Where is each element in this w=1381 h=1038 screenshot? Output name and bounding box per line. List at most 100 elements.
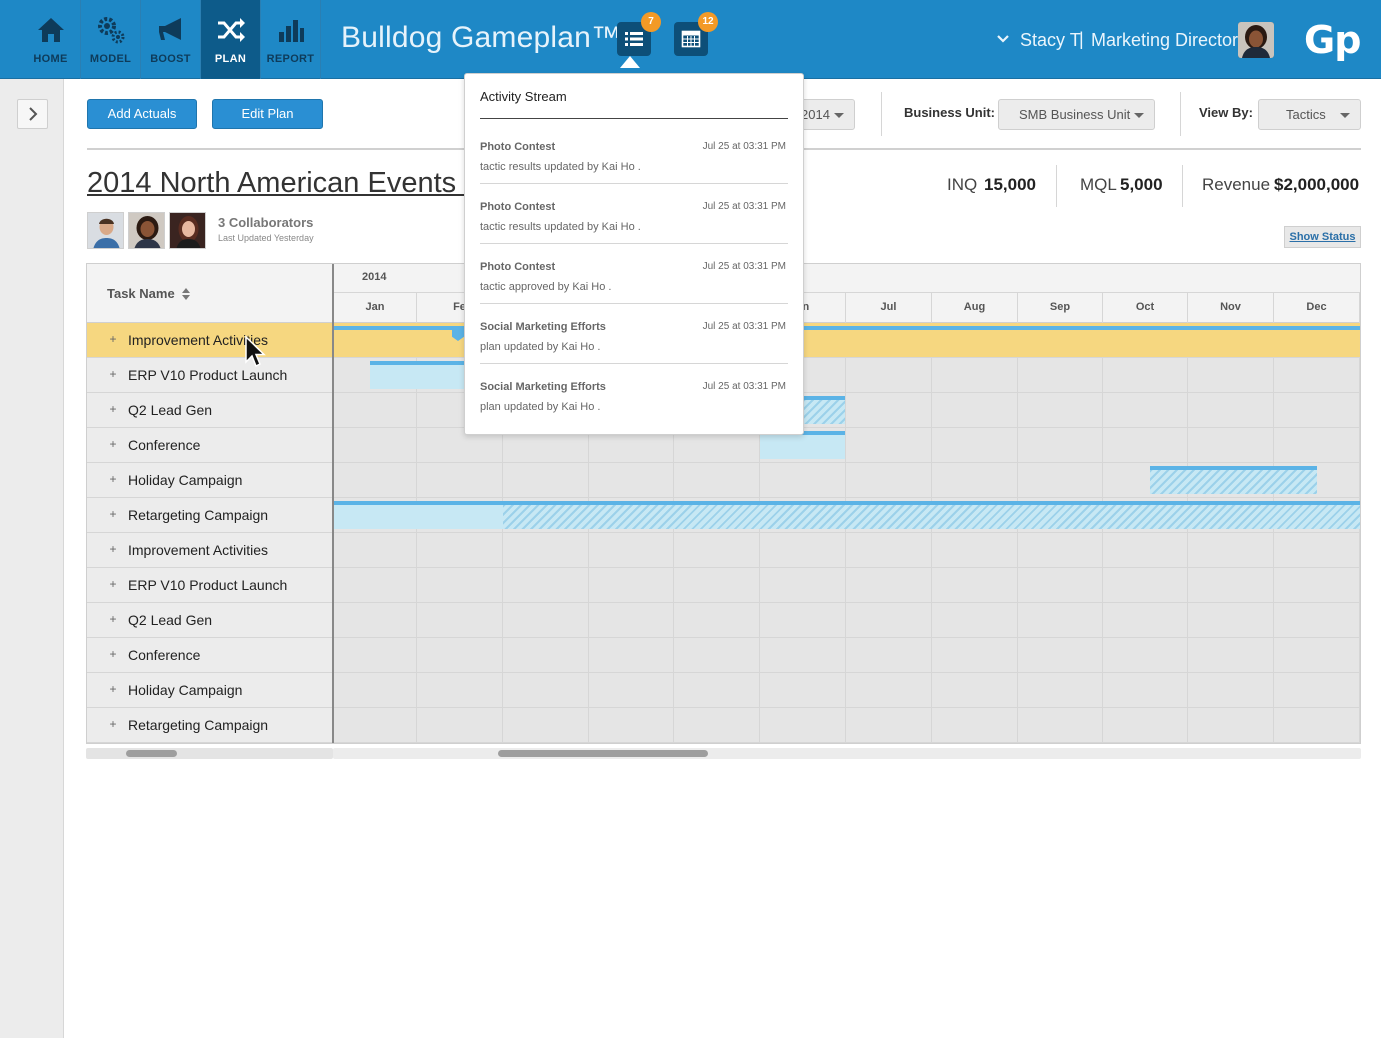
gantt-bar[interactable]	[803, 400, 845, 424]
activity-title: Photo Contest	[480, 261, 556, 273]
nav-boost[interactable]: BOOST	[141, 0, 201, 79]
activity-item[interactable]: Social Marketing Efforts Jul 25 at 03:31 …	[480, 364, 788, 424]
collaborator-avatar[interactable]	[169, 212, 206, 249]
scrollbar-thumb[interactable]	[498, 750, 708, 757]
dropdown-arrow-icon	[834, 113, 844, 118]
sort-icon[interactable]	[182, 288, 190, 300]
show-status-button[interactable]: Show Status	[1284, 226, 1361, 248]
activity-stream-popover: Activity Stream Photo Contest Jul 25 at 0…	[464, 73, 804, 435]
month-header: Dec	[1274, 293, 1360, 323]
business-unit-select[interactable]: SMB Business Unit	[998, 99, 1155, 130]
task-column-scrollbar[interactable]	[86, 748, 333, 759]
gantt-bar[interactable]	[1150, 470, 1317, 494]
dropdown-arrow-icon	[1134, 113, 1144, 118]
activity-stream-button[interactable]: 7	[617, 12, 661, 56]
view-by-value: Tactics	[1286, 107, 1326, 122]
task-label[interactable]: Q2 Lead Gen	[128, 612, 212, 628]
expand-row-icon[interactable]: +	[107, 403, 119, 415]
expand-sidebar-button[interactable]	[17, 99, 48, 129]
revenue-label: Revenue	[1202, 175, 1271, 194]
gantt-bar[interactable]	[334, 505, 503, 529]
expand-row-icon[interactable]: +	[107, 613, 119, 625]
popover-caret	[620, 56, 640, 68]
timeline-scrollbar[interactable]	[333, 748, 1361, 759]
task-row[interactable]: + Conference	[87, 428, 332, 463]
activity-item[interactable]: Photo Contest Jul 25 at 03:31 PM tactic re…	[480, 124, 788, 184]
view-by-select[interactable]: Tactics	[1258, 99, 1361, 130]
nav-report[interactable]: REPORT	[261, 0, 321, 79]
user-name[interactable]: Stacy T	[1020, 30, 1081, 51]
activity-description: tactic results updated by Kai Ho .	[480, 161, 641, 173]
expand-row-icon[interactable]: +	[107, 473, 119, 485]
app-logo[interactable]: Gp	[1304, 18, 1361, 62]
task-row[interactable]: + Holiday Campaign	[87, 463, 332, 498]
collaborators-count[interactable]: 3 Collaborators	[218, 215, 313, 230]
task-row[interactable]: + Retargeting Campaign	[87, 498, 332, 533]
plan-title[interactable]: 2014 North American Events w	[87, 167, 485, 200]
activity-stream-title: Activity Stream	[480, 89, 567, 104]
collaborator-avatar[interactable]	[87, 212, 124, 249]
task-row[interactable]: + Retargeting Campaign	[87, 708, 332, 743]
user-avatar[interactable]	[1238, 22, 1274, 58]
task-row[interactable]: + Holiday Campaign	[87, 673, 332, 708]
expand-row-icon[interactable]: +	[107, 333, 119, 345]
chevron-down-icon[interactable]	[996, 34, 1010, 44]
task-row[interactable]: + Q2 Lead Gen	[87, 393, 332, 428]
nav-plan-label: PLAN	[214, 53, 247, 65]
expand-row-icon[interactable]: +	[107, 683, 119, 695]
task-name-header[interactable]: Task Name	[87, 264, 332, 323]
activity-description: plan updated by Kai Ho .	[480, 401, 601, 413]
timeline-row-divider	[334, 567, 1360, 568]
nav-plan[interactable]: PLAN	[201, 0, 261, 79]
task-label[interactable]: Conference	[128, 437, 200, 453]
expand-row-icon[interactable]: +	[107, 508, 119, 520]
user-role[interactable]: Marketing Director	[1091, 30, 1238, 51]
nav-home[interactable]: HOME	[21, 0, 81, 79]
last-updated: Last Updated Yesterday	[218, 233, 314, 243]
gantt-bar[interactable]	[760, 435, 845, 459]
task-row[interactable]: + Improvement Activities	[87, 533, 332, 568]
expand-row-icon[interactable]: +	[107, 578, 119, 590]
task-label[interactable]: Holiday Campaign	[128, 682, 242, 698]
expand-row-icon[interactable]: +	[107, 543, 119, 555]
nav-model[interactable]: MODEL	[81, 0, 141, 79]
expand-row-icon[interactable]: +	[107, 718, 119, 730]
task-label[interactable]: Improvement Activities	[128, 542, 268, 558]
activity-item[interactable]: Social Marketing Efforts Jul 25 at 03:31 …	[480, 304, 788, 364]
month-column	[932, 323, 1018, 743]
add-actuals-button[interactable]: Add Actuals	[87, 99, 197, 129]
dropdown-arrow-icon	[1340, 113, 1350, 118]
collaborator-avatar[interactable]	[128, 212, 165, 249]
user-separator: |	[1079, 29, 1084, 49]
task-label[interactable]: ERP V10 Product Launch	[128, 367, 287, 383]
task-label[interactable]: ERP V10 Product Launch	[128, 577, 287, 593]
timeline-row-divider	[334, 637, 1360, 638]
task-row[interactable]: + Improvement Activities	[87, 323, 332, 358]
timeline-row-divider	[334, 462, 1360, 463]
inq-value: 15,000	[984, 175, 1036, 194]
expand-row-icon[interactable]: +	[107, 438, 119, 450]
expand-row-icon[interactable]: +	[107, 368, 119, 380]
timeline-row-divider	[334, 602, 1360, 603]
task-label[interactable]: Retargeting Campaign	[128, 507, 268, 523]
expand-row-icon[interactable]: +	[107, 648, 119, 660]
activity-item[interactable]: Photo Contest Jul 25 at 03:31 PM tactic ap…	[480, 244, 788, 304]
scrollbar-thumb[interactable]	[126, 750, 177, 757]
activity-title: Social Marketing Efforts	[480, 381, 606, 393]
task-label[interactable]: Q2 Lead Gen	[128, 402, 212, 418]
task-row[interactable]: + Conference	[87, 638, 332, 673]
edit-plan-button[interactable]: Edit Plan	[212, 99, 323, 129]
task-row[interactable]: + ERP V10 Product Launch	[87, 568, 332, 603]
task-row[interactable]: + Q2 Lead Gen	[87, 603, 332, 638]
task-label[interactable]: Conference	[128, 647, 200, 663]
task-label[interactable]: Retargeting Campaign	[128, 717, 268, 733]
gantt-bar[interactable]	[503, 505, 1360, 529]
task-label[interactable]: Holiday Campaign	[128, 472, 242, 488]
task-row[interactable]: + ERP V10 Product Launch	[87, 358, 332, 393]
activity-title: Social Marketing Efforts	[480, 321, 606, 333]
top-navigation-bar: HOME MODEL BOOST PLAN REPORT Bulldog Gam…	[0, 0, 1381, 79]
month-column	[1018, 323, 1103, 743]
activity-item[interactable]: Photo Contest Jul 25 at 03:31 PM tactic re…	[480, 184, 788, 244]
task-column: Task Name + Improvement Activities + ERP V1…	[87, 264, 334, 743]
calendar-button[interactable]: 12	[674, 12, 718, 56]
